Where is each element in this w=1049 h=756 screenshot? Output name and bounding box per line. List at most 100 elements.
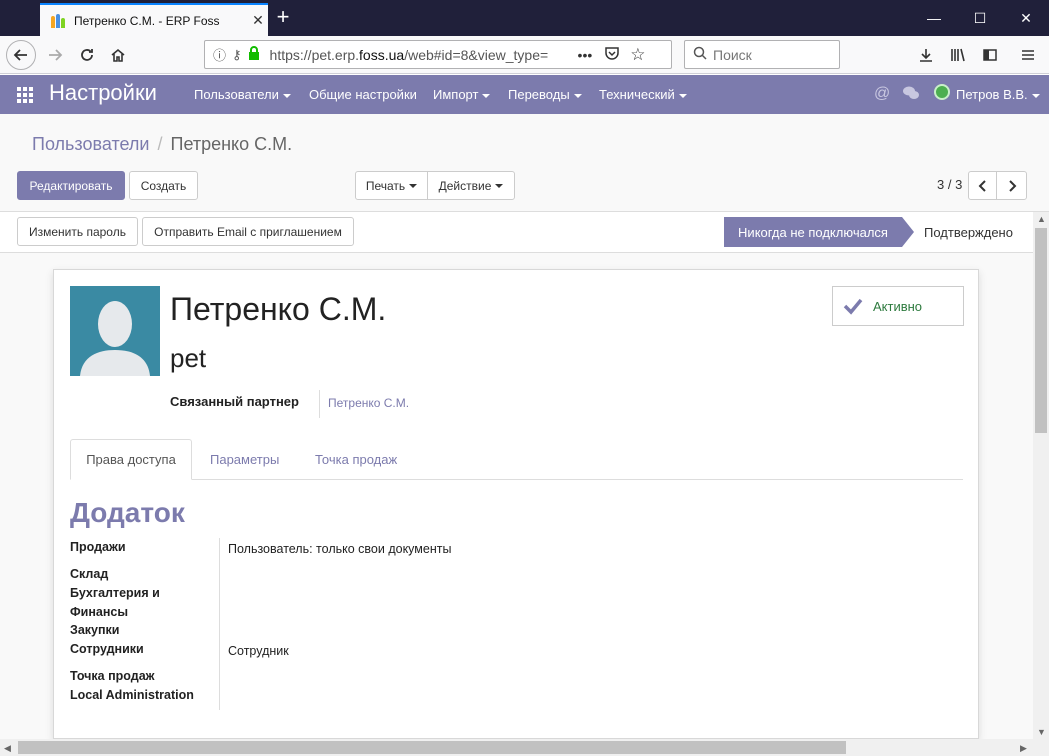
action-dropdown-button[interactable]: Действие (427, 171, 515, 200)
group-value-employees[interactable]: Сотрудник (228, 644, 289, 658)
caret-down-icon (1031, 93, 1040, 98)
search-icon (693, 46, 707, 63)
pager-previous-button[interactable] (968, 171, 997, 200)
groups-separator (219, 538, 220, 710)
bookmark-star-icon[interactable]: ☆ (630, 45, 645, 65)
scroll-up-icon[interactable]: ▲ (1037, 214, 1046, 224)
minimize-icon[interactable]: — (911, 0, 957, 36)
menu-users-label: Пользователи (194, 87, 279, 102)
related-partner-link[interactable]: Петренко С.М. (328, 396, 409, 410)
send-invitation-button[interactable]: Отправить Email с приглашением (142, 217, 354, 246)
new-tab-icon[interactable]: + (272, 6, 294, 28)
edit-button[interactable]: Редактировать (17, 171, 125, 200)
user-name: Петров В.В. (956, 87, 1028, 102)
group-label-purchases: Закупки (70, 623, 120, 637)
user-menu[interactable]: Петров В.В. (956, 87, 1040, 102)
user-photo[interactable] (70, 286, 160, 376)
tab-access-rights[interactable]: Права доступа (70, 439, 192, 480)
caret-down-icon (409, 183, 418, 188)
breadcrumb-users-link[interactable]: Пользователи (32, 134, 149, 154)
forward-icon[interactable] (40, 40, 70, 70)
group-label-accounting: Бухгалтерия и Финансы (70, 586, 160, 619)
app-brand: Настройки (49, 80, 157, 105)
home-icon[interactable] (103, 40, 133, 70)
active-toggle-button[interactable]: Активно (832, 286, 964, 326)
browser-tab[interactable]: Петренко С.М. - ERP Foss ✕ (40, 3, 268, 36)
caret-down-icon (482, 93, 491, 98)
breadcrumb-current: Петренко С.М. (170, 134, 293, 154)
menu-general-settings-label: Общие настройки (309, 87, 417, 102)
browser-toolbar: ⓘ ⚷ https://pet.erp.foss.ua/web#id=8&vie… (0, 36, 1049, 74)
stage-never-connected[interactable]: Никогда не подключался (724, 217, 902, 247)
menu-technical-label: Технический (599, 87, 675, 102)
key-icon[interactable]: ⚷ (232, 47, 242, 63)
related-partner-label: Связанный партнер (170, 394, 299, 409)
vertical-scroll-thumb[interactable] (1035, 228, 1047, 433)
group-label-sales: Продажи (70, 540, 126, 554)
pager-value: 3 / 3 (937, 177, 963, 192)
sidebar-icon[interactable] (975, 40, 1005, 70)
mentions-icon[interactable]: @ (874, 85, 890, 103)
url-suffix: /web#id=8&view_type= (404, 46, 549, 63)
menu-technical[interactable]: Технический (599, 87, 687, 102)
window-close-icon[interactable]: ✕ (1003, 0, 1049, 36)
url-domain: foss.ua (359, 46, 405, 63)
scroll-right-icon[interactable]: ▶ (1020, 743, 1027, 754)
back-icon[interactable] (6, 40, 36, 70)
app-navbar: Настройки Пользователи Общие настройки И… (0, 75, 1049, 114)
form-statusbar: Изменить пароль Отправить Email с пригла… (0, 212, 1033, 253)
active-label: Активно (873, 299, 923, 314)
breadcrumb: Пользователи / Петренко С.М. (32, 134, 292, 155)
group-label-local-admin: Local Administration (70, 688, 194, 702)
address-bar[interactable]: ⓘ ⚷ https://pet.erp.foss.ua/web#id=8&vie… (204, 40, 672, 69)
url-text[interactable]: https://pet.erp.foss.ua/web#id=8&view_ty… (270, 47, 550, 63)
chat-icon[interactable] (902, 85, 920, 106)
tab-preferences[interactable]: Параметры (210, 452, 279, 467)
search-placeholder: Поиск (713, 46, 752, 63)
menu-import-label: Импорт (433, 87, 479, 102)
group-value-sales[interactable]: Пользователь: только свои документы (228, 542, 451, 556)
user-name-field: Петренко С.М. (170, 291, 387, 327)
print-label: Печать (365, 178, 406, 193)
horizontal-scroll-thumb[interactable] (18, 741, 846, 754)
check-icon (843, 298, 863, 315)
caret-down-icon (282, 93, 291, 98)
group-label-employees: Сотрудники (70, 642, 144, 656)
change-password-button[interactable]: Изменить пароль (17, 217, 138, 246)
browser-tab-title: Петренко С.М. - ERP Foss (74, 13, 220, 28)
browser-search-input[interactable]: Поиск (684, 40, 840, 69)
menu-users[interactable]: Пользователи (194, 87, 291, 102)
reload-icon[interactable] (72, 40, 102, 70)
user-login-field: pet (170, 343, 207, 373)
maximize-icon[interactable]: ☐ (957, 0, 1003, 36)
tab-point-of-sale[interactable]: Точка продаж (315, 452, 397, 467)
print-dropdown-button[interactable]: Печать (355, 171, 428, 200)
menu-import[interactable]: Импорт (433, 87, 491, 102)
pocket-icon[interactable] (604, 45, 620, 64)
menu-general-settings[interactable]: Общие настройки (309, 87, 417, 102)
section-title: Додаток (70, 497, 185, 528)
hamburger-menu-icon[interactable] (1013, 40, 1043, 70)
stage-confirmed[interactable]: Подтверждено (924, 225, 1013, 240)
menu-translations[interactable]: Переводы (508, 87, 582, 102)
menu-translations-label: Переводы (508, 87, 570, 102)
scroll-left-icon[interactable]: ◀ (4, 743, 11, 754)
control-panel: Пользователи / Петренко С.М. Редактировать… (0, 114, 1049, 212)
pager-next-button[interactable] (996, 171, 1027, 200)
group-label-point-of-sale: Точка продаж (70, 669, 155, 683)
site-favicon-icon (50, 13, 66, 29)
url-prefix: https://pet.erp. (269, 46, 360, 63)
stage-arrow (902, 217, 914, 247)
tab-close-icon[interactable]: ✕ (248, 12, 268, 29)
create-button[interactable]: Создать (129, 171, 198, 200)
group-label-inventory: Склад (70, 567, 109, 581)
library-icon[interactable] (943, 40, 973, 70)
scroll-down-icon[interactable]: ▼ (1037, 727, 1046, 737)
downloads-icon[interactable] (911, 40, 941, 70)
page-actions-icon[interactable]: ••• (578, 47, 593, 63)
user-placeholder-icon (80, 301, 150, 376)
info-icon[interactable]: ⓘ (213, 45, 226, 64)
apps-menu-icon[interactable] (17, 87, 33, 103)
user-avatar[interactable] (934, 84, 950, 100)
field-separator (319, 390, 320, 418)
